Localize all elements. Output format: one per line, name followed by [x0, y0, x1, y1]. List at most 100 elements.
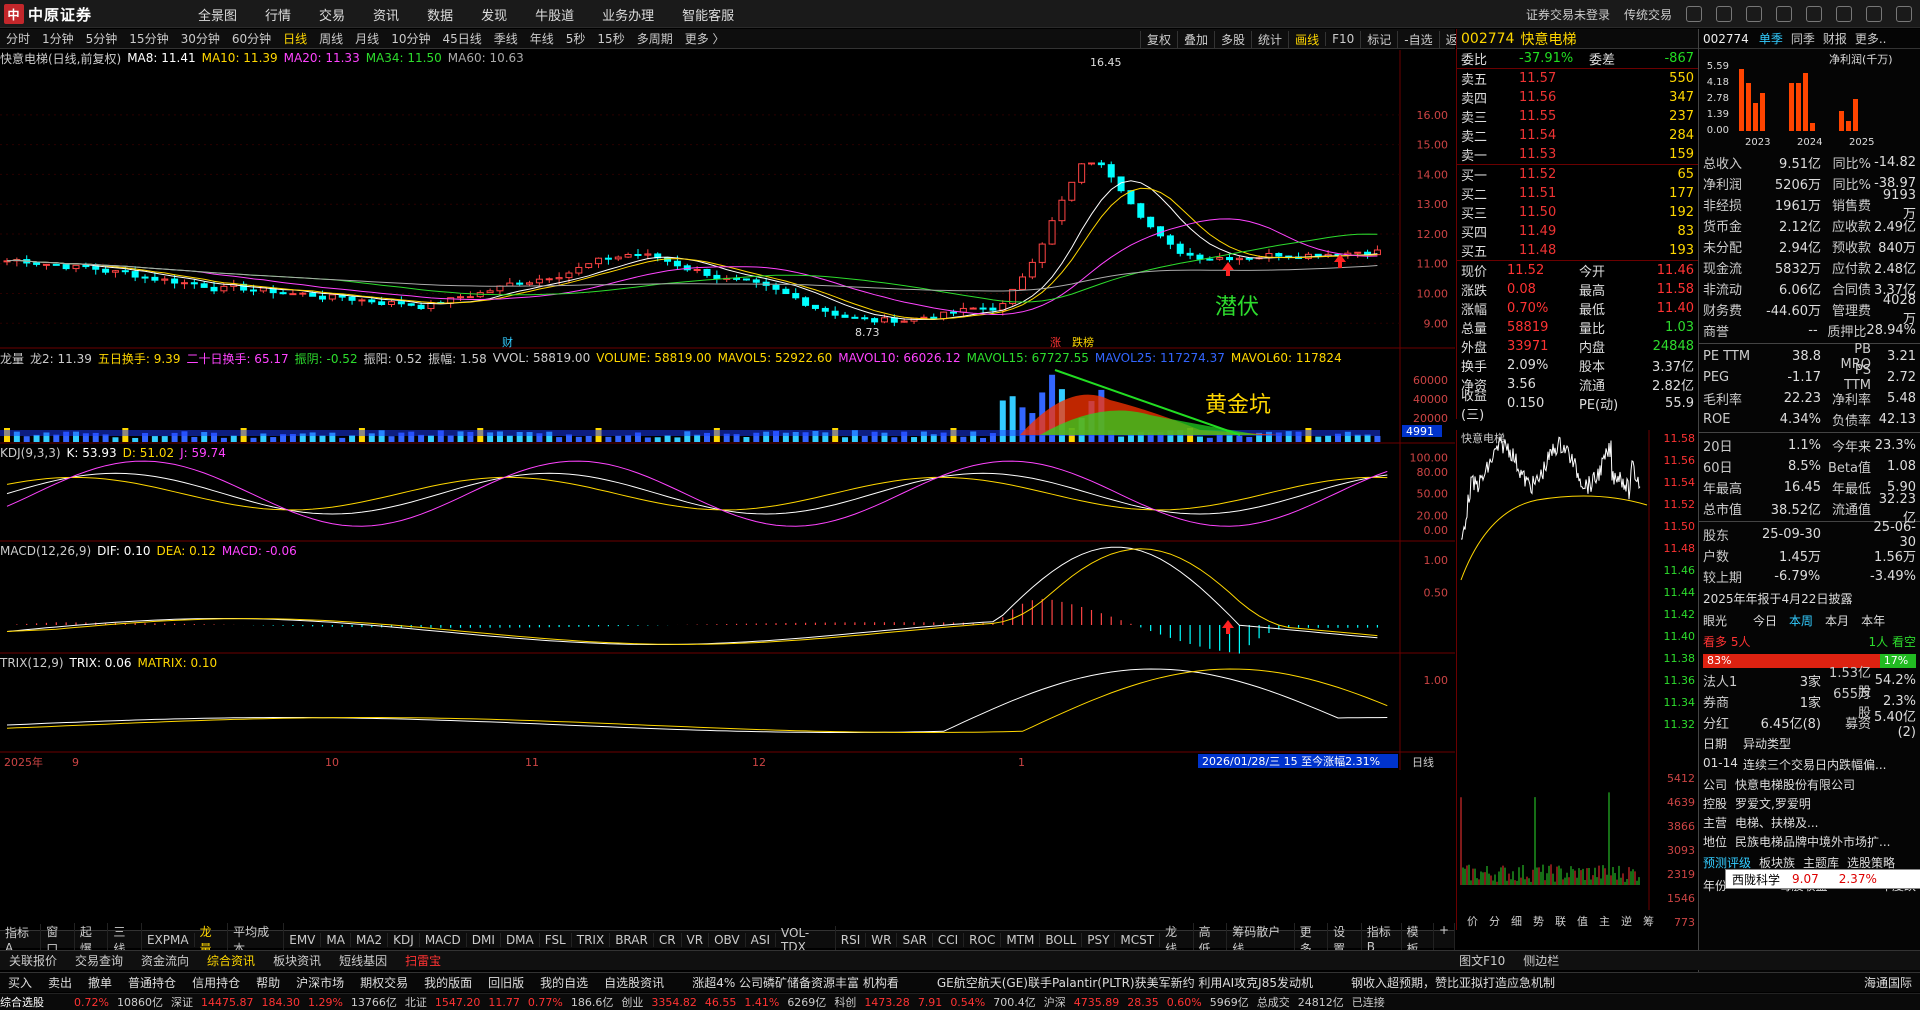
trade-login-status[interactable]: 证券交易未登录 — [1526, 6, 1610, 23]
menu-item-8[interactable]: 智能客服 — [682, 5, 734, 24]
period-5[interactable]: 60分钟 — [232, 30, 271, 47]
ind-tab-20[interactable]: ASI — [746, 932, 776, 947]
tool-1[interactable]: 叠加 — [1177, 30, 1214, 48]
fin-tab-0[interactable]: 单季 — [1759, 32, 1783, 46]
status-item-2[interactable]: 撤单 — [88, 974, 112, 991]
eye-tab-3[interactable]: 本年 — [1861, 612, 1885, 629]
status-item-7[interactable]: 期权交易 — [360, 974, 408, 991]
intraday-mini-chart[interactable]: 快意电梯 11.58 11.56 11.54 11.52 11.50 11.48 11.46 1… — [1456, 430, 1698, 930]
ind-tab-14[interactable]: FSL — [540, 932, 572, 947]
stock-popup[interactable]: 西陇科学 9.07 2.37% — [1725, 869, 1920, 889]
news-1[interactable]: 涨超4% 公司磷矿储备资源丰富 机构看 — [692, 974, 899, 991]
period-8[interactable]: 月线 — [355, 30, 379, 47]
tool-6[interactable]: 标记 — [1360, 30, 1397, 48]
period-13[interactable]: 5秒 — [566, 30, 586, 47]
status-item-0[interactable]: 买入 — [8, 974, 32, 991]
intraday-svg[interactable]: 快意电梯 11.5811.5611.5411.5211.5011.4811.461… — [1457, 430, 1699, 930]
function-icon[interactable] — [1746, 6, 1762, 22]
bottom-right-0[interactable]: 图文F10 — [1459, 952, 1505, 969]
status-item-11[interactable]: 自选股资讯 — [604, 974, 664, 991]
status-item-5[interactable]: 帮助 — [256, 974, 280, 991]
period-1[interactable]: 1分钟 — [42, 30, 74, 47]
period-16[interactable]: 更多 〉 — [685, 30, 725, 47]
eye-tab-1[interactable]: 本周 — [1789, 612, 1813, 629]
bottom-tab-4[interactable]: 板块资讯 — [273, 952, 321, 969]
ind-tab-23[interactable]: WR — [866, 932, 898, 947]
tool-0[interactable]: 复权 — [1140, 30, 1177, 48]
ind-tab-30[interactable]: MCST — [1115, 932, 1161, 947]
chart-area[interactable]: 16.00 15.00 14.00 13.00 12.00 11.00 10.00 9.00 1… — [0, 50, 1455, 920]
skin-icon[interactable] — [1806, 6, 1822, 22]
ind-tab-26[interactable]: ROC — [964, 932, 1002, 947]
status-item-4[interactable]: 信用持仓 — [192, 974, 240, 991]
ind-tab-17[interactable]: CR — [654, 932, 682, 947]
ind-tab-4[interactable]: EXPMA — [142, 932, 195, 947]
menu-item-1[interactable]: 行情 — [265, 5, 291, 24]
traditional-trade-link[interactable]: 传统交易 — [1624, 6, 1672, 23]
ind-tab-13[interactable]: DMA — [501, 932, 540, 947]
ind-tab-28[interactable]: BOLL — [1040, 932, 1083, 947]
period-12[interactable]: 年线 — [530, 30, 554, 47]
status-item-3[interactable]: 普通持仓 — [128, 974, 176, 991]
bottom-tab-1[interactable]: 交易查询 — [75, 952, 123, 969]
status-right[interactable]: 海通国际 — [1864, 974, 1912, 991]
ind-tab-29[interactable]: PSY — [1082, 932, 1116, 947]
ind-tab-16[interactable]: BRAR — [610, 932, 654, 947]
eye-tab-0[interactable]: 今日 — [1753, 612, 1777, 629]
period-0[interactable]: 分时 — [6, 30, 30, 47]
tool-5[interactable]: F10 — [1325, 32, 1360, 46]
ind-tab-22[interactable]: RSI — [836, 932, 867, 947]
menu-item-3[interactable]: 资讯 — [373, 5, 399, 24]
period-4[interactable]: 30分钟 — [181, 30, 220, 47]
news-3[interactable]: 钢收入超预期，赞比亚拟打造应急机制 — [1351, 974, 1555, 991]
ind-tab-10[interactable]: KDJ — [388, 932, 420, 947]
bottom-tab-6[interactable]: 扫雷宝 — [405, 952, 441, 969]
menu-item-4[interactable]: 数据 — [427, 5, 453, 24]
settings-icon[interactable] — [1776, 6, 1792, 22]
close-icon[interactable] — [1896, 6, 1912, 22]
fin-tab-3[interactable]: 更多.. — [1855, 32, 1887, 46]
period-15[interactable]: 多周期 — [637, 30, 673, 47]
status-item-1[interactable]: 卖出 — [48, 974, 72, 991]
grid-icon[interactable] — [1716, 6, 1732, 22]
bottom-tab-0[interactable]: 关联报价 — [9, 952, 57, 969]
ind-tab-7[interactable]: EMV — [284, 932, 322, 947]
menu-item-7[interactable]: 业务办理 — [602, 5, 654, 24]
bottom-tab-3[interactable]: 综合资讯 — [207, 952, 255, 969]
menu-item-6[interactable]: 牛股道 — [535, 5, 574, 24]
ind-tab-18[interactable]: VR — [682, 932, 710, 947]
fin-tab-2[interactable]: 财报 — [1823, 32, 1847, 46]
menu-item-5[interactable]: 发现 — [481, 5, 507, 24]
status-item-10[interactable]: 我的自选 — [540, 974, 588, 991]
ind-tab-12[interactable]: DMI — [467, 932, 501, 947]
status-item-9[interactable]: 回旧版 — [488, 974, 524, 991]
period-9[interactable]: 10分钟 — [391, 30, 430, 47]
ind-tab-8[interactable]: MA — [321, 932, 351, 947]
news-2[interactable]: GE航空航天(GE)联手Palantir(PLTR)获美军新约 利用AI攻克J8… — [937, 974, 1313, 991]
ind-tab-15[interactable]: TRIX — [572, 932, 611, 947]
status-item-6[interactable]: 沪深市场 — [296, 974, 344, 991]
ind-tab-24[interactable]: SAR — [897, 932, 933, 947]
fin-tab-1[interactable]: 同季 — [1791, 32, 1815, 46]
period-14[interactable]: 15秒 — [597, 30, 624, 47]
bottom-tab-2[interactable]: 资金流向 — [141, 952, 189, 969]
status-item-8[interactable]: 我的版面 — [424, 974, 472, 991]
period-7[interactable]: 周线 — [319, 30, 343, 47]
kline-chart-svg[interactable]: 16.0015.0014.0013.0012.0011.0010.009.001… — [0, 50, 1455, 920]
tool-3[interactable]: 统计 — [1251, 30, 1288, 48]
ind-tab-25[interactable]: CCI — [933, 932, 965, 947]
period-11[interactable]: 季线 — [494, 30, 518, 47]
ind-tab-27[interactable]: MTM — [1001, 932, 1041, 947]
eye-tab-2[interactable]: 本月 — [1825, 612, 1849, 629]
period-3[interactable]: 15分钟 — [129, 30, 168, 47]
restore-icon[interactable] — [1866, 6, 1882, 22]
tool-4[interactable]: 画线 — [1288, 30, 1325, 48]
period-2[interactable]: 5分钟 — [86, 30, 118, 47]
minimize-icon[interactable] — [1836, 6, 1852, 22]
font-size-icon[interactable] — [1686, 6, 1702, 22]
ind-tab-11[interactable]: MACD — [420, 932, 467, 947]
bottom-tab-5[interactable]: 短线基因 — [339, 952, 387, 969]
period-10[interactable]: 45日线 — [442, 30, 481, 47]
period-6[interactable]: 日线 — [283, 30, 307, 47]
bottom-right-1[interactable]: 侧边栏 — [1523, 952, 1559, 969]
